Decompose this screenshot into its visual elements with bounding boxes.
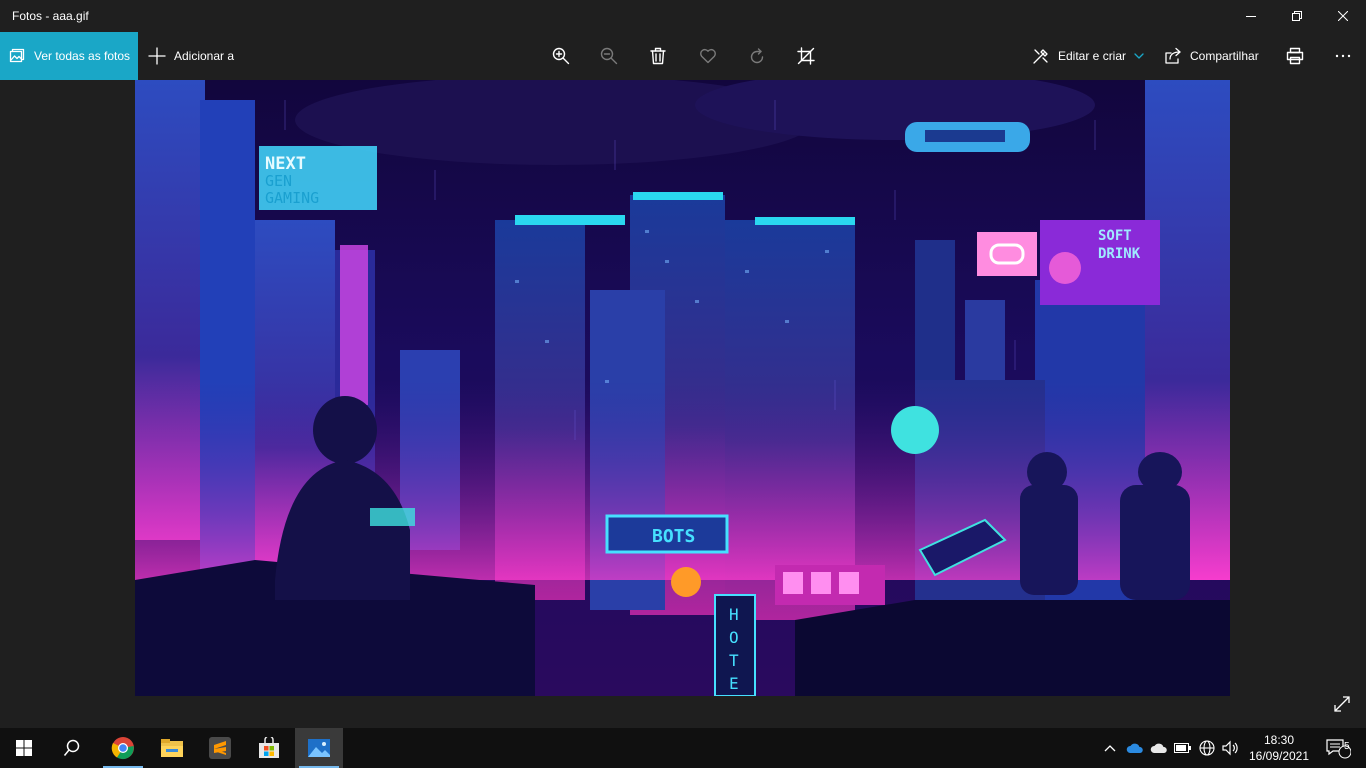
globe-icon: [1199, 740, 1215, 756]
onedrive-blue-tray[interactable]: [1124, 728, 1146, 768]
sublime-text-icon: [209, 737, 231, 759]
hotel-sign: H O T E: [714, 594, 756, 696]
search-button[interactable]: [48, 728, 96, 768]
edit-create-icon: [1033, 49, 1048, 64]
printer-icon: [1286, 47, 1304, 65]
rotate-icon: [750, 48, 764, 64]
sign-next: NEXT: [265, 154, 306, 174]
notification-count: 5: [1344, 741, 1350, 752]
next-gen-gaming-sign: NEXT GEN GAMING: [259, 146, 377, 210]
taskbar-chrome[interactable]: [99, 728, 147, 768]
zoom-out-icon: [600, 47, 618, 65]
heart-icon: [700, 48, 716, 64]
soft-drink-sign: SOFT DRINK: [1040, 220, 1160, 305]
sign-gen: GEN: [265, 172, 292, 190]
window-title: Fotos - aaa.gif: [12, 9, 89, 23]
show-hidden-icons-button[interactable]: [1100, 728, 1120, 768]
print-button[interactable]: [1275, 32, 1315, 80]
zoom-out-button[interactable]: [589, 32, 629, 80]
taskbar-clock[interactable]: 18:30 16/09/2021: [1246, 732, 1312, 764]
chrome-icon: [111, 737, 134, 760]
crop-icon: [797, 47, 815, 65]
chevron-down-icon: [1134, 53, 1144, 59]
photos-app-window: Fotos - aaa.gif Ver todas as fotos Adici…: [0, 0, 1366, 728]
photo-collection-icon: [9, 48, 25, 63]
sign-bots: BOTS: [652, 526, 695, 547]
edit-create-button[interactable]: Editar e criar: [1032, 32, 1144, 80]
see-all-photos-button[interactable]: Ver todas as fotos: [0, 32, 138, 80]
add-to-label: Adicionar a: [174, 49, 235, 63]
see-all-photos-label: Ver todas as fotos: [34, 49, 131, 63]
svg-text:E: E: [729, 674, 739, 693]
delete-button[interactable]: [638, 32, 678, 80]
more-options-button[interactable]: [1323, 32, 1363, 80]
chevron-up-icon: [1104, 745, 1116, 752]
share-button[interactable]: Compartilhar: [1164, 32, 1259, 80]
battery-tray[interactable]: [1172, 728, 1194, 768]
taskbar-file-explorer[interactable]: [148, 728, 196, 768]
share-label: Compartilhar: [1190, 49, 1259, 63]
add-to-button[interactable]: Adicionar a: [148, 32, 234, 80]
taskbar-photos[interactable]: [295, 728, 343, 768]
zoom-in-button[interactable]: [541, 32, 581, 80]
trash-icon: [650, 47, 666, 65]
clock-time: 18:30: [1263, 733, 1295, 747]
taskbar-store[interactable]: [245, 728, 293, 768]
photos-icon: [308, 739, 330, 757]
fullscreen-button[interactable]: [1328, 690, 1356, 718]
battery-icon: [1174, 743, 1191, 753]
expand-icon: [1334, 696, 1350, 712]
toolbar: Ver todas as fotos Adicionar a Editar e …: [0, 32, 1366, 80]
photo-viewer-image[interactable]: NEXT GEN GAMING SOFT DRINK BOTS H O T E: [135, 80, 1230, 696]
cyberpunk-city-illustration: NEXT GEN GAMING SOFT DRINK BOTS H O T E: [135, 80, 1230, 696]
minimize-button[interactable]: [1228, 0, 1274, 32]
title-bar: Fotos - aaa.gif: [0, 0, 1366, 32]
sign-soft: SOFT: [1098, 228, 1132, 244]
more-icon: [1335, 54, 1351, 58]
sign-drink: DRINK: [1098, 246, 1141, 262]
minimize-icon: [1246, 16, 1256, 17]
start-button[interactable]: [0, 728, 48, 768]
crop-button[interactable]: [786, 32, 826, 80]
svg-text:H: H: [729, 605, 739, 624]
cloud-icon: [1150, 743, 1167, 753]
share-icon: [1165, 47, 1181, 64]
windows-logo-icon: [16, 740, 32, 756]
cloud-icon: [1126, 743, 1143, 753]
onedrive-white-tray[interactable]: [1148, 728, 1170, 768]
speaker-icon: [1222, 740, 1238, 756]
favorite-button[interactable]: [688, 32, 728, 80]
plus-icon: [148, 47, 166, 65]
sign-gaming: GAMING: [265, 189, 319, 207]
restore-button[interactable]: [1274, 0, 1320, 32]
rotate-button[interactable]: [737, 32, 777, 80]
zoom-in-icon: [552, 47, 570, 65]
clock-date: 16/09/2021: [1248, 749, 1310, 763]
notification-center-button[interactable]: 5: [1318, 728, 1358, 768]
restore-icon: [1292, 11, 1302, 21]
close-button[interactable]: [1320, 0, 1366, 32]
folder-icon: [161, 739, 183, 757]
network-tray[interactable]: [1196, 728, 1218, 768]
taskbar-sublime-text[interactable]: [196, 728, 244, 768]
bots-sign: BOTS: [605, 514, 729, 554]
svg-text:T: T: [729, 651, 739, 670]
search-icon: [63, 739, 80, 756]
svg-text:O: O: [729, 628, 739, 647]
volume-tray[interactable]: [1220, 728, 1242, 768]
store-icon: [259, 737, 279, 758]
close-icon: [1338, 11, 1348, 21]
taskbar: 18:30 16/09/2021 5: [0, 728, 1366, 768]
edit-create-label: Editar e criar: [1058, 49, 1127, 63]
